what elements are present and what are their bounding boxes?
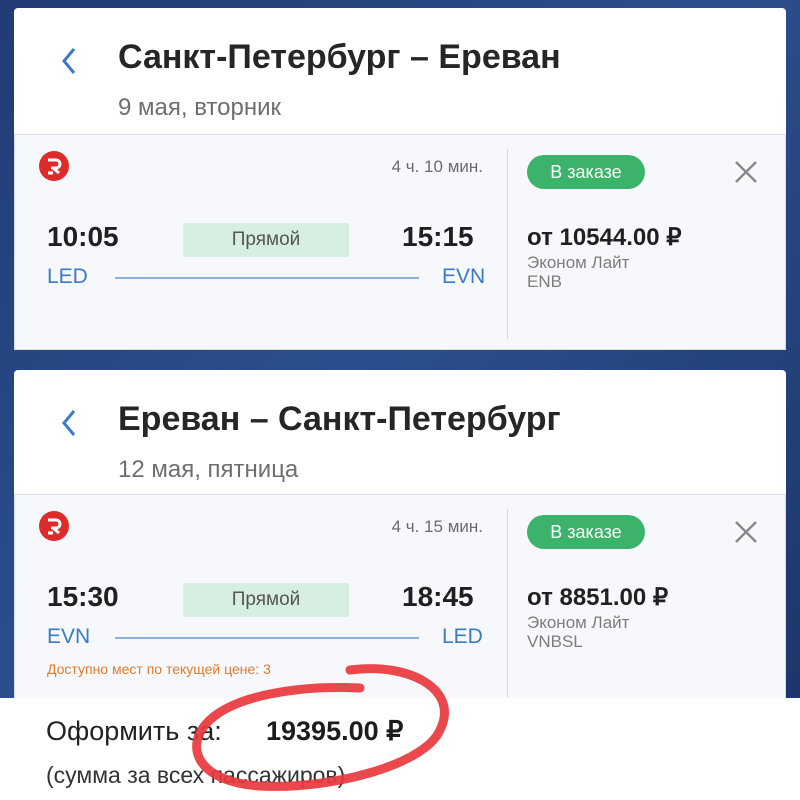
fare-code: VNBSL xyxy=(527,632,583,651)
chevron-left-icon xyxy=(62,410,76,436)
status-badge: В заказе xyxy=(527,515,645,549)
back-button[interactable] xyxy=(54,46,84,76)
flight-card[interactable]: 4 ч. 10 мин. 10:05 Прямой 15:15 LED EVN … xyxy=(14,134,786,350)
fare-info: Эконом Лайт VNBSL xyxy=(527,613,629,651)
seats-availability-note: Доступно мест по текущей цене: 3 xyxy=(47,661,271,677)
route-header: Санкт-Петербург – Ереван 9 мая, вторник xyxy=(14,8,786,138)
fare-code: ENB xyxy=(527,272,562,291)
direct-flight-badge: Прямой xyxy=(183,223,349,257)
remove-flight-button[interactable] xyxy=(731,517,761,547)
flight-panel-return: Ереван – Санкт-Петербург 12 мая, пятница… xyxy=(14,370,786,710)
checkout-bar[interactable]: Оформить за: 19395.00 ₽ (сумма за всех п… xyxy=(0,698,800,800)
route-line xyxy=(115,277,419,279)
status-badge: В заказе xyxy=(527,155,645,189)
flight-panel-outbound: Санкт-Петербург – Ереван 9 мая, вторник … xyxy=(14,8,786,350)
arrival-time: 15:15 xyxy=(402,221,474,252)
back-button[interactable] xyxy=(54,408,84,438)
flight-price: от 10544.00 ₽ xyxy=(527,224,682,251)
route-title: Ереван – Санкт-Петербург xyxy=(118,400,561,438)
flight-card[interactable]: 4 ч. 15 мин. 15:30 Прямой 18:45 EVN LED … xyxy=(14,494,786,710)
route-date: 9 мая, вторник xyxy=(118,94,281,121)
departure-airport: LED xyxy=(47,265,88,288)
airline-logo-icon xyxy=(39,151,69,181)
flight-duration: 4 ч. 15 мин. xyxy=(391,517,483,536)
direct-flight-badge: Прямой xyxy=(183,583,349,617)
chevron-left-icon xyxy=(62,48,76,74)
checkout-total: 19395.00 ₽ xyxy=(266,716,404,746)
remove-flight-button[interactable] xyxy=(731,157,761,187)
flight-duration: 4 ч. 10 мин. xyxy=(391,157,483,176)
card-divider xyxy=(507,149,508,339)
checkout-label: Оформить за: xyxy=(46,716,222,746)
close-icon xyxy=(735,161,757,183)
airline-logo-icon xyxy=(39,511,69,541)
route-date: 12 мая, пятница xyxy=(118,456,299,483)
fare-class: Эконом Лайт xyxy=(527,253,630,272)
fare-info: Эконом Лайт ENB xyxy=(527,253,629,291)
arrival-time: 18:45 xyxy=(402,581,474,612)
arrival-airport: LED xyxy=(442,625,483,648)
flight-price: от 8851.00 ₽ xyxy=(527,584,669,611)
departure-airport: EVN xyxy=(47,625,91,648)
route-line xyxy=(115,637,419,639)
departure-time: 15:30 xyxy=(47,581,119,612)
close-icon xyxy=(735,521,757,543)
checkout-note: (сумма за всех пассажиров) xyxy=(46,762,346,788)
departure-time: 10:05 xyxy=(47,221,119,252)
card-divider xyxy=(507,509,508,699)
fare-class: Эконом Лайт xyxy=(527,613,630,632)
route-title: Санкт-Петербург – Ереван xyxy=(118,38,561,76)
arrival-airport: EVN xyxy=(442,265,486,288)
route-header: Ереван – Санкт-Петербург 12 мая, пятница xyxy=(14,370,786,500)
